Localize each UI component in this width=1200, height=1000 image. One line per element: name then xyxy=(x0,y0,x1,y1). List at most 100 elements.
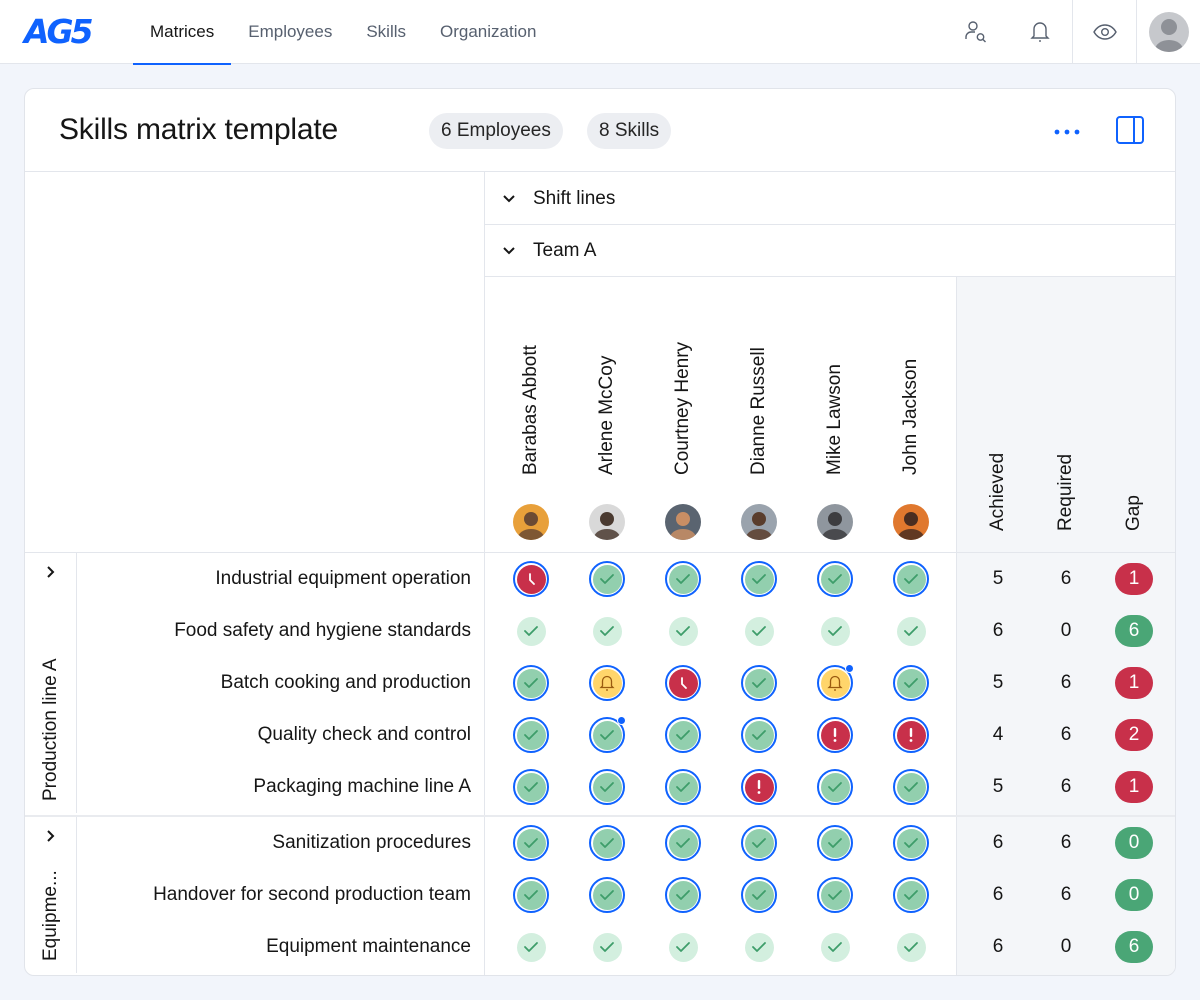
group-header-team-a[interactable]: Team A xyxy=(485,225,1175,277)
matrix-cell[interactable] xyxy=(569,605,645,657)
user-search-button[interactable] xyxy=(944,0,1008,64)
ag5-logo[interactable]: AG5 xyxy=(24,14,94,50)
matrix-cell[interactable] xyxy=(493,605,569,657)
matrix-cell[interactable] xyxy=(493,709,569,761)
matrix-cell[interactable] xyxy=(873,817,949,869)
matrix-cell[interactable] xyxy=(645,709,721,761)
notifications-button[interactable] xyxy=(1008,0,1072,64)
check-icon xyxy=(523,625,539,637)
nav-tab-matrices[interactable]: Matrices xyxy=(133,0,232,65)
matrix-cell[interactable] xyxy=(493,553,569,605)
check-icon xyxy=(903,573,919,585)
matrix-cell[interactable] xyxy=(569,553,645,605)
matrix-cell[interactable] xyxy=(721,921,797,973)
matrix-cell[interactable] xyxy=(797,869,873,921)
required-value: 6 xyxy=(1060,776,1072,797)
matrix-cell[interactable] xyxy=(873,761,949,813)
status-ok xyxy=(893,877,929,913)
skill-name[interactable]: Quality check and control xyxy=(258,709,471,761)
matrix-cell[interactable] xyxy=(873,657,949,709)
employees-count-badge[interactable]: 6 Employees xyxy=(429,113,563,149)
employee-name: Arlene McCoy xyxy=(596,355,617,475)
view-as-button[interactable] xyxy=(1072,0,1136,64)
status-fill xyxy=(516,720,546,750)
skill-name[interactable]: Packaging machine line A xyxy=(253,761,471,813)
status-ok xyxy=(817,825,853,861)
matrix-cell[interactable] xyxy=(569,657,645,709)
skill-name[interactable]: Equipment maintenance xyxy=(266,921,471,973)
employee-avatar[interactable] xyxy=(893,504,929,540)
matrix-cell[interactable] xyxy=(721,817,797,869)
skills-count-badge[interactable]: 8 Skills xyxy=(587,113,672,149)
matrix-cell[interactable] xyxy=(569,817,645,869)
employee-avatar[interactable] xyxy=(513,504,549,540)
group-header-shift-lines[interactable]: Shift lines xyxy=(485,173,1175,225)
matrix-cell[interactable] xyxy=(569,709,645,761)
status-ok xyxy=(741,665,777,701)
matrix-cell[interactable] xyxy=(645,921,721,973)
matrix-cell[interactable] xyxy=(797,761,873,813)
matrix-cell[interactable] xyxy=(873,921,949,973)
employee-column-header[interactable]: John Jackson xyxy=(873,277,949,541)
exclamation-icon xyxy=(908,727,914,743)
matrix-cell[interactable] xyxy=(721,605,797,657)
matrix-cell[interactable] xyxy=(721,709,797,761)
matrix-cell[interactable] xyxy=(493,921,569,973)
matrix-cell[interactable] xyxy=(645,817,721,869)
matrix-cell[interactable] xyxy=(873,553,949,605)
more-horizontal-icon xyxy=(1054,129,1080,135)
matrix-cell[interactable] xyxy=(797,817,873,869)
matrix-cell[interactable] xyxy=(797,921,873,973)
skill-name[interactable]: Sanitization procedures xyxy=(272,817,471,869)
employee-column-header[interactable]: Mike Lawson xyxy=(797,277,873,541)
toggle-side-panel-button[interactable] xyxy=(1115,115,1149,149)
matrix-cell[interactable] xyxy=(645,869,721,921)
exclamation-icon xyxy=(756,779,762,795)
employee-column-header[interactable]: Arlene McCoy xyxy=(569,277,645,541)
employee-column-header[interactable]: Barabas Abbott xyxy=(493,277,569,541)
employee-avatar[interactable] xyxy=(589,504,625,540)
account-button[interactable] xyxy=(1136,0,1200,64)
status-ok xyxy=(589,769,625,805)
matrix-cell[interactable] xyxy=(645,553,721,605)
nav-tab-employees[interactable]: Employees xyxy=(231,0,349,64)
matrix-cell[interactable] xyxy=(873,605,949,657)
matrix-cell[interactable] xyxy=(873,869,949,921)
matrix-cell[interactable] xyxy=(797,605,873,657)
skill-name[interactable]: Handover for second production team xyxy=(153,869,471,921)
notification-dot xyxy=(617,716,626,725)
nav-tab-skills[interactable]: Skills xyxy=(349,0,423,64)
employee-avatar[interactable] xyxy=(741,504,777,540)
employee-avatar[interactable] xyxy=(817,504,853,540)
matrix-cell[interactable] xyxy=(645,657,721,709)
skill-name[interactable]: Batch cooking and production xyxy=(221,657,471,709)
matrix-cell[interactable] xyxy=(645,605,721,657)
employee-column-header[interactable]: Courtney Henry xyxy=(645,277,721,541)
skill-name[interactable]: Food safety and hygiene standards xyxy=(174,605,471,657)
nav-tab-organization[interactable]: Organization xyxy=(423,0,553,64)
check-icon xyxy=(675,729,691,741)
matrix-cell[interactable] xyxy=(721,761,797,813)
matrix-cell[interactable] xyxy=(721,869,797,921)
matrix-cell[interactable] xyxy=(569,921,645,973)
skill-name[interactable]: Industrial equipment operation xyxy=(215,553,471,605)
matrix-cell[interactable] xyxy=(797,709,873,761)
matrix-cell[interactable] xyxy=(797,553,873,605)
matrix-cell[interactable] xyxy=(569,869,645,921)
exclamation-icon xyxy=(832,727,838,743)
matrix-cell[interactable] xyxy=(873,709,949,761)
matrix-cell[interactable] xyxy=(493,869,569,921)
matrix-cell[interactable] xyxy=(569,761,645,813)
matrix-cell[interactable] xyxy=(721,553,797,605)
matrix-cell[interactable] xyxy=(493,817,569,869)
matrix-cell[interactable] xyxy=(721,657,797,709)
employee-avatar[interactable] xyxy=(665,504,701,540)
status-light xyxy=(516,616,546,646)
matrix-cell[interactable] xyxy=(645,761,721,813)
achieved-value: 5 xyxy=(992,776,1004,797)
matrix-cell[interactable] xyxy=(493,657,569,709)
matrix-cell[interactable] xyxy=(493,761,569,813)
more-options-button[interactable] xyxy=(1047,117,1087,147)
employee-column-header[interactable]: Dianne Russell xyxy=(721,277,797,541)
matrix-cell[interactable] xyxy=(797,657,873,709)
